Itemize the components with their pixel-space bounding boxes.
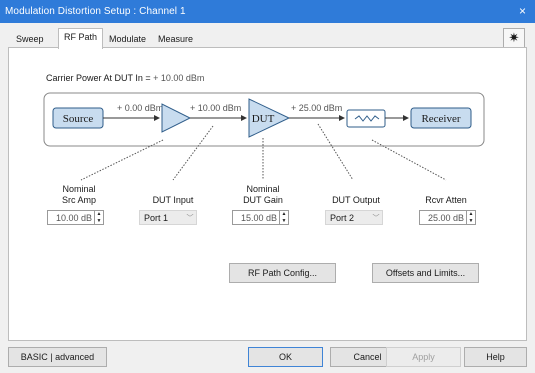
rcvr-atten-value[interactable]: 25.00 dB: [420, 213, 466, 223]
tab-rf-path[interactable]: RF Path: [58, 28, 104, 49]
dut-label: DUT: [252, 113, 275, 125]
ok-button[interactable]: OK: [248, 347, 323, 367]
dut-input-select[interactable]: Port 1 ﹀: [139, 210, 197, 225]
chevron-down-icon: ﹀: [186, 214, 194, 222]
src-amp-spinbox[interactable]: 10.00 dB ▲ ▼: [47, 210, 104, 225]
attenuator-block[interactable]: [346, 109, 386, 128]
apply-button[interactable]: Apply: [386, 347, 461, 367]
dut-gain-stepper[interactable]: ▲ ▼: [279, 211, 288, 224]
rcvr-atten-spinbox[interactable]: 25.00 dB ▲ ▼: [419, 210, 476, 225]
step-down-icon[interactable]: ▼: [280, 218, 288, 225]
step-down-icon[interactable]: ▼: [467, 218, 475, 225]
rcvr-atten-stepper[interactable]: ▲ ▼: [466, 211, 475, 224]
dut-input-value: Port 1: [144, 212, 169, 223]
help-button[interactable]: Help: [464, 347, 527, 367]
dut-gain-label-line2: DUT Gain: [243, 195, 283, 205]
dut-output-value: Port 2: [330, 212, 355, 223]
dut-gain-label-line1: Nominal: [246, 184, 280, 194]
receiver-label: Receiver: [421, 113, 460, 125]
dialog-window: Modulation Distortion Setup : Channel 1 …: [0, 0, 535, 373]
offsets-limits-button[interactable]: Offsets and Limits...: [372, 263, 479, 283]
rf-path-config-button[interactable]: RF Path Config...: [229, 263, 336, 283]
src-amp-stepper[interactable]: ▲ ▼: [94, 211, 103, 224]
src-amp-label: Nominal Src Amp: [47, 184, 111, 206]
dut-output-label: DUT Output: [332, 195, 380, 205]
src-amp-label-line2: Src Amp: [61, 195, 96, 205]
power-after-source: + 0.00 dBm: [117, 103, 163, 113]
dut-gain-label: Nominal DUT Gain: [228, 184, 298, 206]
rcvr-atten-label: Rcvr Atten: [425, 195, 467, 205]
basic-advanced-toggle[interactable]: BASIC | advanced: [8, 347, 107, 367]
source-label: Source: [63, 113, 94, 125]
dut-input-label: DUT Input: [152, 195, 194, 205]
power-after-dut: + 25.00 dBm: [291, 103, 342, 113]
chevron-down-icon: ﹀: [372, 214, 380, 222]
power-after-amp: + 10.00 dBm: [190, 103, 241, 113]
step-down-icon[interactable]: ▼: [95, 218, 103, 225]
dut-gain-value[interactable]: 15.00 dB: [233, 213, 279, 223]
src-amp-value[interactable]: 10.00 dB: [48, 213, 94, 223]
src-amp-label-line1: Nominal: [62, 184, 96, 194]
dut-output-select[interactable]: Port 2 ﹀: [325, 210, 383, 225]
dut-gain-spinbox[interactable]: 15.00 dB ▲ ▼: [232, 210, 289, 225]
